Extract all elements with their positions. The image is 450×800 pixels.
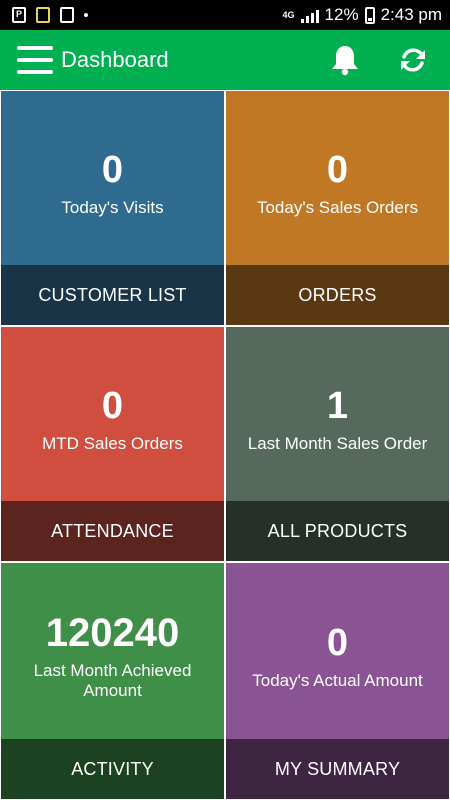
tile-label: Today's Actual Amount <box>252 671 423 690</box>
dot-icon <box>84 13 88 17</box>
status-bar-right: 4G 12% 2:43 pm <box>283 5 442 25</box>
network-type: 4G <box>282 9 295 20</box>
all-products-button[interactable]: ALL PRODUCTS <box>226 501 449 561</box>
my-summary-button[interactable]: MY SUMMARY <box>226 739 449 799</box>
tile-label: Last Month Achieved Amount <box>33 661 192 700</box>
signal-icon <box>300 7 319 23</box>
tile-todays-sales-orders[interactable]: 0 Today's Sales Orders ORDERS <box>226 91 449 325</box>
tile-top: 120240 Last Month Achieved Amount <box>1 563 224 739</box>
tile-value: 0 <box>326 149 349 191</box>
tile-top: 0 Today's Sales Orders <box>226 91 449 265</box>
clock: 2:43 pm <box>380 5 442 24</box>
hamburger-menu-icon[interactable] <box>17 46 53 74</box>
tile-label: Last Month Sales Order <box>247 434 428 453</box>
screenshot-icon <box>60 7 74 23</box>
refresh-icon[interactable] <box>396 43 430 77</box>
tile-last-month-achieved-amount[interactable]: 120240 Last Month Achieved Amount ACTIVI… <box>1 563 224 799</box>
status-bar-left: P <box>12 7 88 23</box>
battery-icon <box>364 6 375 24</box>
tile-top: 1 Last Month Sales Order <box>226 327 449 501</box>
tile-todays-actual-amount[interactable]: 0 Today's Actual Amount MY SUMMARY <box>226 563 449 799</box>
app-bar: Dashboard <box>0 30 450 90</box>
tile-value: 0 <box>326 622 349 664</box>
attendance-button[interactable]: ATTENDANCE <box>1 501 224 561</box>
tile-mtd-sales-orders[interactable]: 0 MTD Sales Orders ATTENDANCE <box>1 327 224 561</box>
tile-value: 120240 <box>45 611 180 655</box>
notification-p-icon: P <box>12 7 26 23</box>
page-title: Dashboard <box>61 47 169 72</box>
tile-top: 0 Today's Visits <box>1 91 224 265</box>
tile-value: 0 <box>101 385 124 427</box>
tile-todays-visits[interactable]: 0 Today's Visits CUSTOMER LIST <box>1 91 224 325</box>
tile-value: 0 <box>101 149 124 191</box>
dashboard-grid: 0 Today's Visits CUSTOMER LIST 0 Today's… <box>0 90 450 800</box>
activity-button[interactable]: ACTIVITY <box>1 739 224 799</box>
status-bar: P 4G 12% 2:43 pm <box>0 0 450 30</box>
battery-saver-icon <box>36 7 50 23</box>
tile-label: Today's Visits <box>61 198 164 217</box>
tile-top: 0 Today's Actual Amount <box>226 563 449 739</box>
orders-button[interactable]: ORDERS <box>226 265 449 325</box>
tile-label: MTD Sales Orders <box>42 434 183 453</box>
tile-top: 0 MTD Sales Orders <box>1 327 224 501</box>
tile-label: Today's Sales Orders <box>256 198 419 217</box>
bell-icon[interactable] <box>328 43 362 77</box>
tile-last-month-sales-order[interactable]: 1 Last Month Sales Order ALL PRODUCTS <box>226 327 449 561</box>
tile-value: 1 <box>326 385 349 427</box>
customer-list-button[interactable]: CUSTOMER LIST <box>1 265 224 325</box>
battery-percent: 12% <box>324 5 359 24</box>
app-bar-actions <box>328 43 430 77</box>
